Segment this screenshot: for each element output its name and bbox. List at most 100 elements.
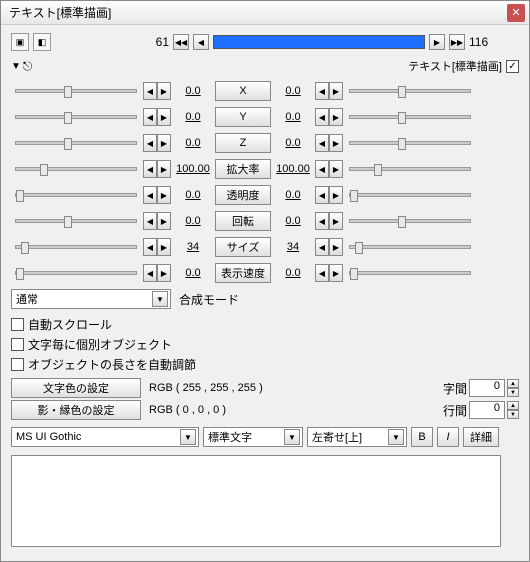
dec-right-button[interactable]: ◀	[315, 134, 329, 152]
text-align-combo[interactable]: 左寄せ[上] ▼	[307, 427, 407, 447]
inc-right-button[interactable]: ▶	[329, 212, 343, 230]
dec-left-button[interactable]: ◀	[143, 134, 157, 152]
dec-right-button[interactable]: ◀	[315, 108, 329, 126]
slider-right[interactable]	[349, 167, 471, 171]
inc-left-button[interactable]: ▶	[157, 212, 171, 230]
inc-left-button[interactable]: ▶	[157, 186, 171, 204]
dec-left-button[interactable]: ◀	[143, 238, 157, 256]
char-spacing-up[interactable]: ▲	[507, 379, 519, 388]
value-left[interactable]: 0.0	[173, 189, 213, 201]
dec-right-button[interactable]: ◀	[315, 160, 329, 178]
inc-right-button[interactable]: ▶	[329, 160, 343, 178]
dec-right-button[interactable]: ◀	[315, 212, 329, 230]
param-name-button[interactable]: 拡大率	[215, 159, 271, 179]
value-right[interactable]: 34	[273, 241, 313, 253]
inc-left-button[interactable]: ▶	[157, 264, 171, 282]
value-right[interactable]: 0.0	[273, 85, 313, 97]
section-enable-checkbox[interactable]: ✓	[506, 60, 519, 73]
seek-start-button[interactable]: ◀◀	[173, 34, 189, 50]
value-left[interactable]: 0.0	[173, 267, 213, 279]
value-right[interactable]: 100.00	[273, 163, 313, 175]
value-right[interactable]: 0.0	[273, 189, 313, 201]
inc-left-button[interactable]: ▶	[157, 160, 171, 178]
param-name-button[interactable]: Y	[215, 107, 271, 127]
line-spacing-down[interactable]: ▼	[507, 410, 519, 419]
dec-right-button[interactable]: ◀	[315, 264, 329, 282]
font-family-combo[interactable]: MS UI Gothic ▼	[11, 427, 199, 447]
value-left[interactable]: 0.0	[173, 215, 213, 227]
inc-right-button[interactable]: ▶	[329, 82, 343, 100]
text-color-button[interactable]: 文字色の設定	[11, 378, 141, 398]
inc-right-button[interactable]: ▶	[329, 238, 343, 256]
slider-left[interactable]	[15, 89, 137, 93]
dec-left-button[interactable]: ◀	[143, 264, 157, 282]
value-right[interactable]: 0.0	[273, 267, 313, 279]
param-name-button[interactable]: 透明度	[215, 185, 271, 205]
inc-left-button[interactable]: ▶	[157, 238, 171, 256]
sound-icon[interactable]: ◧	[33, 33, 51, 51]
bold-button[interactable]: B	[411, 427, 433, 447]
slider-right[interactable]	[349, 219, 471, 223]
dec-right-button[interactable]: ◀	[315, 186, 329, 204]
auto-scroll-checkbox[interactable]	[11, 318, 24, 331]
slider-right[interactable]	[349, 141, 471, 145]
collapse-icon[interactable]: ▼	[11, 61, 21, 72]
inc-left-button[interactable]: ▶	[157, 134, 171, 152]
param-name-button[interactable]: Z	[215, 133, 271, 153]
dec-left-button[interactable]: ◀	[143, 212, 157, 230]
value-left[interactable]: 34	[173, 241, 213, 253]
value-left[interactable]: 0.0	[173, 111, 213, 123]
param-name-button[interactable]: X	[215, 81, 271, 101]
timeline-bar[interactable]	[213, 35, 425, 49]
camera-icon[interactable]: ▣	[11, 33, 29, 51]
slider-left[interactable]	[15, 167, 137, 171]
inc-left-button[interactable]: ▶	[157, 82, 171, 100]
param-name-button[interactable]: 回転	[215, 211, 271, 231]
line-spacing-input[interactable]: 0	[469, 401, 505, 419]
char-spacing-input[interactable]: 0	[469, 379, 505, 397]
slider-left[interactable]	[15, 115, 137, 119]
slider-right[interactable]	[349, 89, 471, 93]
value-right[interactable]: 0.0	[273, 111, 313, 123]
dec-right-button[interactable]: ◀	[315, 82, 329, 100]
param-name-button[interactable]: 表示速度	[215, 263, 271, 283]
slider-right[interactable]	[349, 271, 471, 275]
text-input[interactable]	[11, 455, 501, 547]
next-frame-button[interactable]: ▶	[429, 34, 445, 50]
slider-left[interactable]	[15, 245, 137, 249]
char-spacing-down[interactable]: ▼	[507, 388, 519, 397]
value-right[interactable]: 0.0	[273, 137, 313, 149]
inc-right-button[interactable]: ▶	[329, 264, 343, 282]
slider-left[interactable]	[15, 219, 137, 223]
dec-left-button[interactable]: ◀	[143, 160, 157, 178]
inc-right-button[interactable]: ▶	[329, 186, 343, 204]
inc-right-button[interactable]: ▶	[329, 108, 343, 126]
slider-left[interactable]	[15, 271, 137, 275]
per-char-checkbox[interactable]	[11, 338, 24, 351]
blend-mode-combo[interactable]: 通常 ▼	[11, 289, 171, 309]
dec-right-button[interactable]: ◀	[315, 238, 329, 256]
italic-button[interactable]: I	[437, 427, 459, 447]
seek-end-button[interactable]: ▶▶	[449, 34, 465, 50]
inc-right-button[interactable]: ▶	[329, 134, 343, 152]
value-right[interactable]: 0.0	[273, 215, 313, 227]
slider-right[interactable]	[349, 115, 471, 119]
shadow-color-button[interactable]: 影・縁色の設定	[11, 400, 141, 420]
value-left[interactable]: 0.0	[173, 137, 213, 149]
slider-left[interactable]	[15, 141, 137, 145]
slider-left[interactable]	[15, 193, 137, 197]
param-name-button[interactable]: サイズ	[215, 237, 271, 257]
font-style-combo[interactable]: 標準文字 ▼	[203, 427, 303, 447]
auto-length-checkbox[interactable]	[11, 358, 24, 371]
slider-right[interactable]	[349, 193, 471, 197]
anchor-icon[interactable]: ⎋	[23, 59, 33, 74]
value-left[interactable]: 0.0	[173, 85, 213, 97]
line-spacing-up[interactable]: ▲	[507, 401, 519, 410]
close-button[interactable]: ✕	[507, 4, 525, 22]
dec-left-button[interactable]: ◀	[143, 82, 157, 100]
slider-right[interactable]	[349, 245, 471, 249]
dec-left-button[interactable]: ◀	[143, 186, 157, 204]
prev-frame-button[interactable]: ◀	[193, 34, 209, 50]
inc-left-button[interactable]: ▶	[157, 108, 171, 126]
detail-button[interactable]: 詳細	[463, 427, 499, 447]
